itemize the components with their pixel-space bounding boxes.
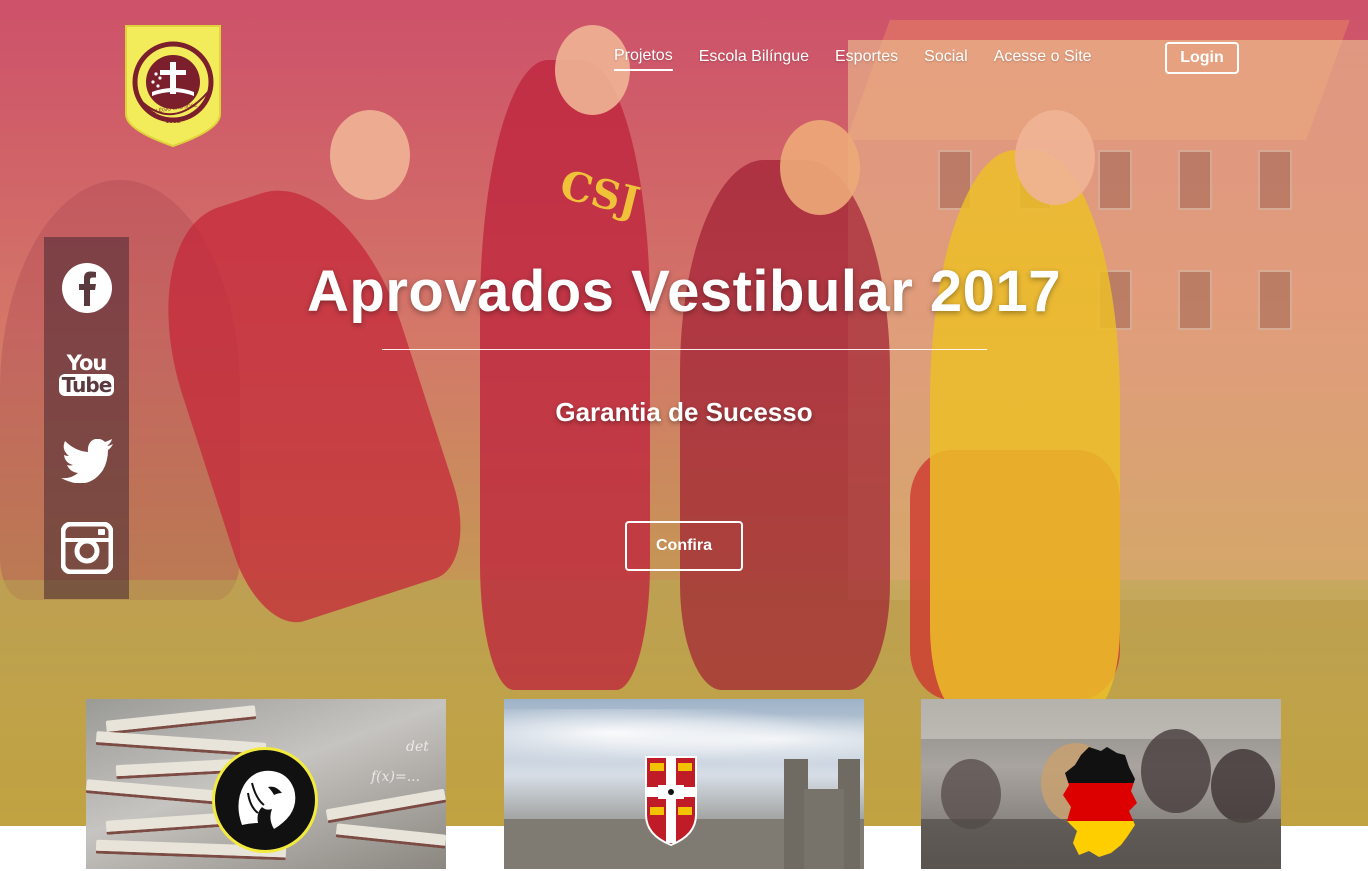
student-head [1015,110,1095,205]
student-head [780,120,860,215]
project-card-lion[interactable]: det f(x)=... [86,699,446,869]
cambridge-crest-icon [644,755,698,852]
germany-map-icon [1059,745,1143,864]
chalk-text: f(x)=... [371,769,421,785]
confira-button[interactable]: Confira [625,521,743,571]
book-shape [105,705,257,735]
hero-title: Aprovados Vestibular 2017 [307,259,1061,324]
twitter-icon[interactable] [59,433,115,489]
student-silhouette: CSJ [480,60,650,690]
school-logo[interactable]: COLÉGIO SÃO JOSÉ 1932 [122,22,224,148]
nav-item-escola-bilingue[interactable]: Escola Bilíngue [699,42,809,72]
lion-emblem-icon [212,747,318,853]
building-window [1258,150,1292,210]
chapel-body [804,789,844,869]
crest-icon [125,25,221,148]
book-shape [335,823,446,849]
student-head [1141,729,1211,813]
student-silhouette [930,150,1120,710]
nav-item-social[interactable]: Social [924,42,968,72]
chalk-text: det [406,739,429,755]
instagram-icon[interactable] [59,520,115,576]
nav-item-acesse-o-site[interactable]: Acesse o Site [994,42,1092,72]
student-head [330,110,410,200]
building-window [1178,150,1212,210]
nav-item-esportes[interactable]: Esportes [835,42,898,72]
login-button[interactable]: Login [1165,42,1239,74]
youtube-label-top: You [66,351,108,376]
project-card-cambridge[interactable] [504,699,864,869]
project-card-germany[interactable] [921,699,1281,869]
classroom-wall [921,699,1281,739]
sweatshirt-lettering: CSJ [555,161,645,226]
youtube-label-bottom: Tube [58,374,115,397]
student-head [1211,749,1275,823]
hero-divider [382,349,987,350]
building-window [1098,150,1132,210]
youtube-icon[interactable]: You Tube [58,347,115,403]
hero-subtitle: Garantia de Sucesso [555,397,813,427]
nav-item-projetos[interactable]: Projetos [614,43,673,71]
main-nav: Projetos Escola Bilíngue Esportes Social… [614,42,1118,72]
book-shape [325,788,446,824]
logo-year: 1932 [165,118,181,125]
